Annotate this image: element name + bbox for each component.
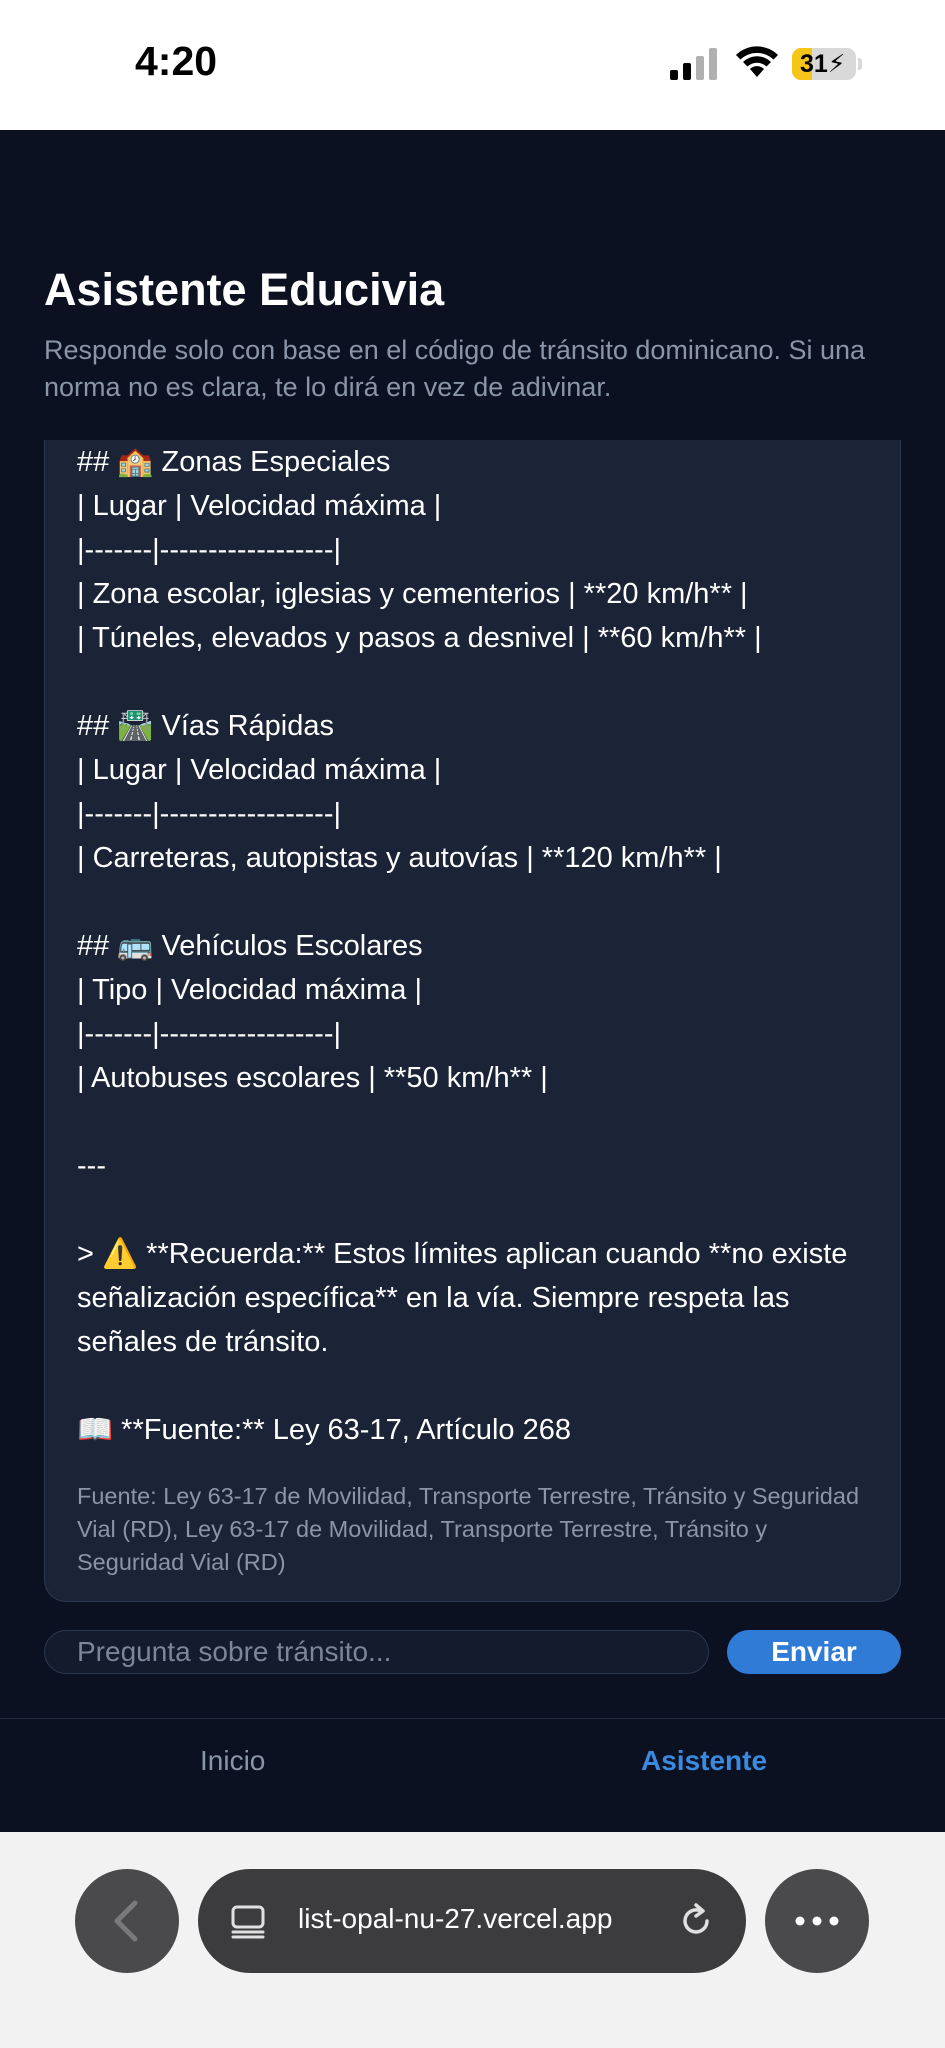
status-bar: 4:20 31⚡ <box>0 0 945 130</box>
message-line: > ⚠️ **Recuerda:** Estos límites aplican… <box>77 1238 848 1358</box>
back-button[interactable] <box>75 1869 179 1973</box>
message-line: --- <box>77 1150 106 1182</box>
send-button[interactable]: Enviar <box>727 1630 901 1674</box>
battery-nub <box>858 58 862 70</box>
address-bar[interactable]: list-opal-nu-27.vercel.app <box>198 1869 746 1973</box>
assistant-message: ## 🏫 Zonas Especiales | Lugar | Velocidad… <box>77 440 877 1452</box>
browser-toolbar: list-opal-nu-27.vercel.app <box>0 1832 945 2048</box>
app-screen: Asistente Educivia Responde solo con bas… <box>0 130 945 1832</box>
message-line: | Carreteras, autopistas y autovías | **… <box>77 842 722 874</box>
more-options-button[interactable] <box>765 1869 869 1973</box>
page-subtitle: Responde solo con base en el código de t… <box>44 335 866 402</box>
question-input[interactable] <box>44 1630 709 1674</box>
more-dots-icon <box>795 1916 839 1926</box>
message-line: ## 🏫 Zonas Especiales <box>77 446 391 478</box>
source-note: Fuente: Ley 63-17 de Movilidad, Transpor… <box>77 1483 860 1575</box>
bottom-nav: Inicio Asistente <box>0 1718 945 1832</box>
cellular-signal-icon <box>670 48 717 80</box>
tab-overview-icon <box>231 1905 265 1939</box>
message-line: ## 🚌 Vehículos Escolares <box>77 930 423 962</box>
wifi-icon <box>736 46 778 77</box>
message-line: |-------|------------------| <box>77 798 342 830</box>
message-line: ## 🛣️ Vías Rápidas <box>77 710 334 742</box>
url-text: list-opal-nu-27.vercel.app <box>298 1903 613 1934</box>
page-title: Asistente Educivia <box>44 264 445 315</box>
assistant-message-card[interactable]: ## 🏫 Zonas Especiales | Lugar | Velocidad… <box>44 440 901 1602</box>
battery-level-text: 31⚡ <box>800 50 846 78</box>
message-line: | Zona escolar, iglesias y cementerios |… <box>77 578 748 610</box>
composer: Enviar <box>44 1630 901 1674</box>
nav-item-asistente[interactable]: Asistente <box>641 1745 767 1777</box>
message-line: | Autobuses escolares | **50 km/h** | <box>77 1062 548 1094</box>
message-line: | Lugar | Velocidad máxima | <box>77 490 442 522</box>
battery-icon: 31⚡ <box>792 48 856 80</box>
message-line: 📖 **Fuente:** Ley 63-17, Artículo 268 <box>77 1414 571 1446</box>
chevron-left-icon <box>114 1900 138 1942</box>
message-line: |-------|------------------| <box>77 1018 342 1050</box>
reload-icon[interactable] <box>678 1903 714 1939</box>
message-line: | Tipo | Velocidad máxima | <box>77 974 422 1006</box>
message-line: |-------|------------------| <box>77 534 342 566</box>
status-time: 4:20 <box>135 38 218 84</box>
message-line: | Túneles, elevados y pasos a desnivel |… <box>77 622 762 654</box>
nav-item-inicio[interactable]: Inicio <box>200 1745 265 1777</box>
message-line: | Lugar | Velocidad máxima | <box>77 754 442 786</box>
